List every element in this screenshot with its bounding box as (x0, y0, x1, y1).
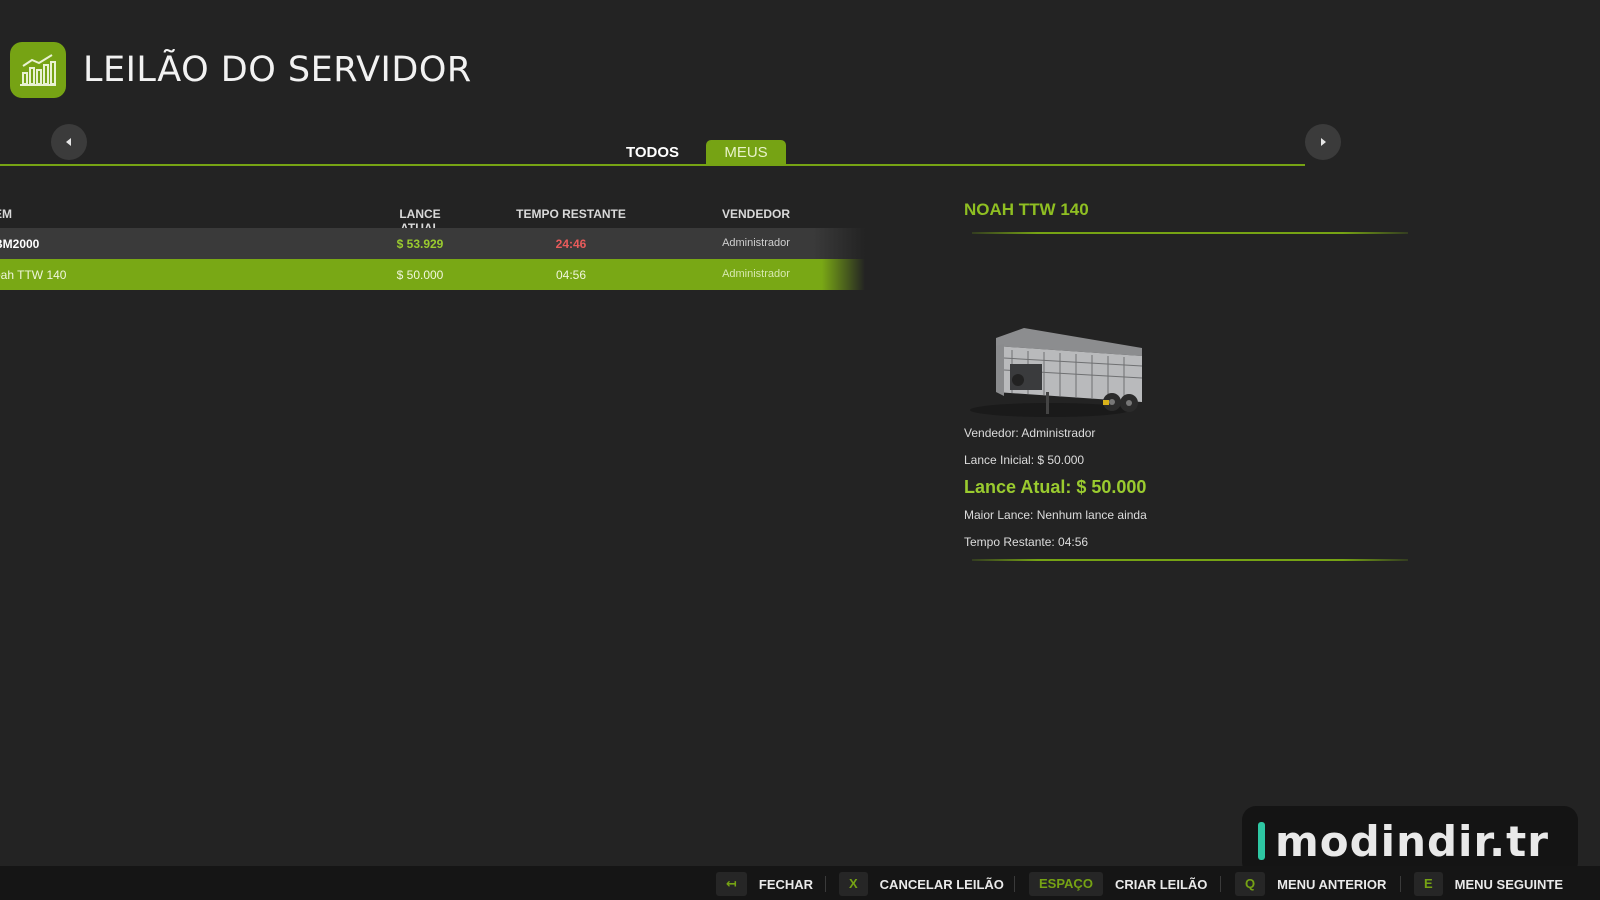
detail-divider-top (972, 232, 1408, 234)
key-x: X (839, 872, 868, 896)
column-header-time-left: TEMPO RESTANTE (516, 207, 626, 221)
column-header-seller: VENDEDOR (721, 207, 790, 221)
detail-divider-bottom (972, 559, 1408, 561)
row-current-bid: $ 53.929 (396, 237, 444, 251)
hint-close[interactable]: ↤ FECHAR (716, 872, 813, 896)
page-title: LEILÃO DO SERVIDOR (83, 50, 472, 90)
hint-create-auction[interactable]: ESPAÇO CRIAR LEILÃO (1029, 872, 1207, 896)
key-e: E (1414, 872, 1443, 896)
hint-cancel-auction-label: CANCELAR LEILÃO (879, 876, 1004, 892)
table-row-selected[interactable]: oah TTW 140 $ 50.000 04:56 Administrador (0, 259, 865, 290)
table-header: EM LANCE ATUAL TEMPO RESTANTE VENDEDOR (0, 200, 865, 235)
hint-previous-menu[interactable]: Q MENU ANTERIOR (1235, 872, 1386, 896)
hint-separator (1014, 876, 1015, 892)
detail-current-bid: Lance Atual: $ 50.000 (964, 477, 1147, 497)
row-current-bid: $ 50.000 (396, 268, 444, 282)
triangle-left-icon (66, 138, 71, 146)
hint-create-auction-label: CRIAR LEILÃO (1114, 876, 1208, 892)
triangle-right-icon (1321, 138, 1326, 146)
hint-separator (1400, 876, 1401, 892)
hint-separator (825, 876, 826, 892)
row-seller: Administrador (722, 268, 790, 280)
watermark-bar (1258, 822, 1265, 860)
auction-table: EM LANCE ATUAL TEMPO RESTANTE VENDEDOR B… (0, 200, 865, 290)
hint-separator (1220, 876, 1221, 892)
detail-starting-bid: Lance Inicial: $ 50.000 (964, 453, 1085, 467)
key-back-icon: ↤ (716, 872, 747, 896)
hint-cancel-auction[interactable]: X CANCELAR LEILÃO (839, 872, 1004, 896)
hint-close-label: FECHAR (758, 876, 814, 892)
livestock-trailer-image (964, 322, 1144, 422)
detail-highest-bid: Maior Lance: Nenhum lance ainda (964, 508, 1147, 522)
tab-todos[interactable]: TODOS (608, 140, 697, 164)
detail-panel: NOAH TTW 140 Vendedor: Administrador Lan… (964, 200, 1414, 561)
header: LEILÃO DO SERVIDOR (10, 42, 472, 98)
row-time-left: 24:46 (555, 237, 587, 251)
row-seller: Administrador (722, 237, 790, 249)
tab-underline (0, 164, 1305, 166)
watermark-text: modindir.tr (1275, 816, 1549, 866)
key-q: Q (1235, 872, 1266, 896)
tab-meus[interactable]: MEUS (706, 140, 786, 164)
detail-title: NOAH TTW 140 (964, 200, 1089, 219)
table-row[interactable]: BM2000 $ 53.929 24:46 Administrador (0, 228, 865, 259)
hint-next-menu-label: MENU SEGUINTE (1454, 876, 1564, 892)
row-item-name: BM2000 (0, 237, 40, 251)
hint-previous-menu-label: MENU ANTERIOR (1277, 876, 1387, 892)
key-space: ESPAÇO (1029, 872, 1103, 896)
row-time-left: 04:56 (555, 268, 587, 282)
column-header-item: EM (0, 207, 12, 221)
row-item-name: oah TTW 140 (0, 268, 67, 282)
detail-time-left: Tempo Restante: 04:56 (964, 535, 1089, 549)
next-tab-button[interactable] (1305, 124, 1341, 160)
hint-next-menu[interactable]: E MENU SEGUINTE (1414, 872, 1563, 896)
detail-seller: Vendedor: Administrador (964, 426, 1096, 440)
chart-bars-icon (10, 42, 66, 98)
previous-tab-button[interactable] (51, 124, 87, 160)
